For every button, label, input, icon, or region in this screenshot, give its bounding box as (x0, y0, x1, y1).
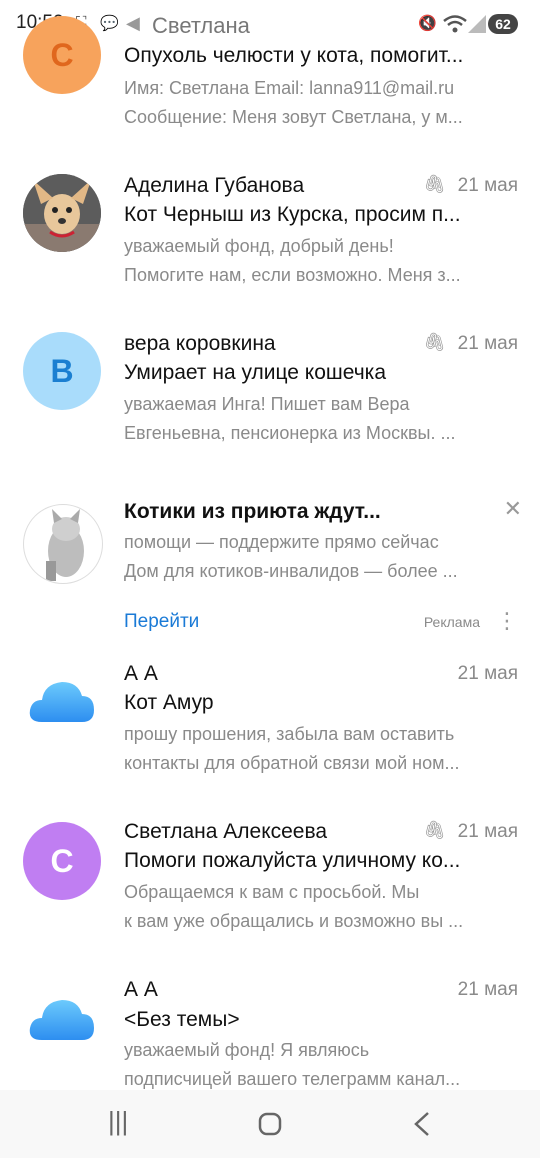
recent-apps-icon[interactable]: ||| (108, 1106, 128, 1137)
ad-text: помощи — поддержите прямо сейчас (124, 532, 439, 552)
back-icon[interactable] (412, 1110, 432, 1138)
icloud-icon (29, 682, 94, 722)
email-preview: Помогите нам, если возможно. Меня з... (124, 265, 461, 285)
system-nav-bar: ||| (0, 1090, 540, 1158)
email-subject: Кот Амур (124, 691, 214, 714)
attachment-icon: 🖇 (423, 820, 446, 840)
email-row[interactable]: Аделина Губанова 🖇 21 мая Кот Черныш из … (0, 150, 540, 308)
home-icon[interactable] (258, 1112, 282, 1136)
email-preview: Евгеньевна, пенсионерка из Москвы. ... (124, 423, 456, 443)
attachment-icon: 🖇 (423, 174, 446, 194)
email-preview: Сообщение: Меня зовут Светлана, у м... (124, 107, 463, 127)
email-sender: вера коровкина (124, 332, 276, 355)
avatar: С (23, 16, 101, 94)
ad-label: Реклама (423, 614, 480, 630)
email-sender: А А (124, 978, 158, 1001)
email-sender: А А (124, 662, 158, 685)
email-preview: Обращаемся к вам с просьбой. Мы (124, 882, 420, 902)
email-sender: Светлана Алексеева (124, 820, 328, 843)
email-preview: подписчицей вашего телеграмм канал... (124, 1069, 461, 1089)
email-row[interactable]: С Опухоль челюсти у кота, помогит... Имя… (0, 0, 540, 150)
icloud-icon (29, 1000, 94, 1040)
ad-title: Котики из приюта ждут... (124, 500, 381, 523)
ad-block[interactable]: Котики из приюта ждут... ✕ помощи — подд… (0, 466, 540, 646)
email-subject: Помоги пожалуйста уличному ко... (124, 849, 461, 872)
email-date: 21 мая (457, 821, 518, 842)
email-date: 21 мая (457, 663, 518, 684)
email-subject: Кот Черныш из Курска, просим п... (124, 203, 461, 226)
ad-image (23, 504, 103, 584)
avatar: В (23, 332, 101, 410)
email-subject: Опухоль челюсти у кота, помогит... (124, 44, 464, 67)
email-date: 21 мая (457, 333, 518, 354)
email-preview: прошу прошения, забыла вам оставить (124, 724, 455, 744)
email-preview: контакты для обратной связи мой ном... (124, 753, 460, 773)
email-preview: уважаемый фонд! Я являюсь (124, 1040, 370, 1060)
email-row[interactable]: А А 21 мая <Без темы> уважаемый фонд! Я … (0, 962, 540, 1090)
email-row[interactable]: В вера коровкина 🖇 21 мая Умирает на ули… (0, 308, 540, 466)
email-preview: уважаемый фонд, добрый день! (124, 236, 394, 256)
ad-text: Дом для котиков-инвалидов — более ... (124, 561, 458, 581)
more-options-icon[interactable]: ⋮ (496, 608, 518, 634)
cat-image-icon (46, 509, 84, 581)
ad-go-link[interactable]: Перейти (124, 611, 199, 633)
avatar-photo (23, 174, 101, 252)
email-date: 21 мая (457, 175, 518, 196)
close-icon[interactable]: ✕ (504, 496, 522, 522)
email-row[interactable]: А А 21 мая Кот Амур прошу прошения, забы… (0, 646, 540, 804)
email-preview: Имя: Светлана Email: lanna911@mail.ru (124, 78, 455, 98)
email-subject: <Без темы> (124, 1008, 240, 1031)
email-preview: к вам уже обращались и возможно вы ... (124, 911, 464, 931)
attachment-icon: 🖇 (423, 332, 446, 352)
email-subject: Умирает на улице кошечка (124, 361, 386, 384)
email-preview: уважаемая Инга! Пишет вам Вера (124, 394, 410, 414)
email-row[interactable]: С Светлана Алексеева 🖇 21 мая Помоги пож… (0, 804, 540, 962)
dog-photo-icon (23, 174, 101, 252)
email-sender: Аделина Губанова (124, 174, 305, 197)
avatar: С (23, 822, 101, 900)
email-date: 21 мая (457, 979, 518, 1000)
